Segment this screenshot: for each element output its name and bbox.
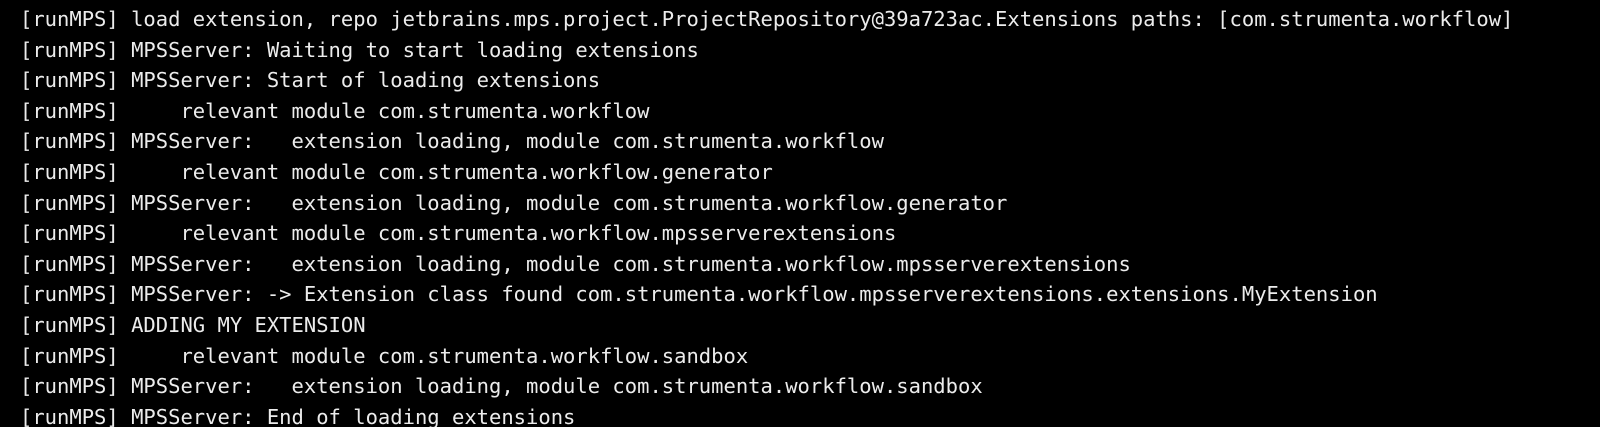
log-line: [runMPS] relevant module com.strumenta.w… (20, 221, 897, 246)
log-line: [runMPS] MPSServer: Start of loading ext… (20, 68, 601, 93)
log-line: [runMPS] MPSServer: extension loading, m… (20, 129, 884, 154)
log-line: [runMPS] MPSServer: Waiting to start loa… (20, 37, 699, 62)
log-line: [runMPS] MPSServer: End of loading exten… (20, 404, 576, 427)
log-line: [runMPS] ADDING MY EXTENSION (20, 312, 366, 337)
log-line: [runMPS] relevant module com.strumenta.w… (20, 98, 650, 123)
log-line: [runMPS] MPSServer: extension loading, m… (20, 190, 1008, 215)
log-line: [runMPS] MPSServer: extension loading, m… (20, 251, 1131, 276)
log-line: [runMPS] load extension, repo jetbrains.… (20, 7, 1514, 31)
terminal-output[interactable]: [runMPS] load extension, repo jetbrains.… (0, 0, 1600, 427)
log-line: [runMPS] relevant module com.strumenta.w… (20, 343, 749, 368)
log-line: [runMPS] MPSServer: extension loading, m… (20, 374, 983, 399)
log-line: [runMPS] relevant module com.strumenta.w… (20, 159, 773, 184)
log-line: [runMPS] MPSServer: -> Extension class f… (20, 282, 1378, 307)
